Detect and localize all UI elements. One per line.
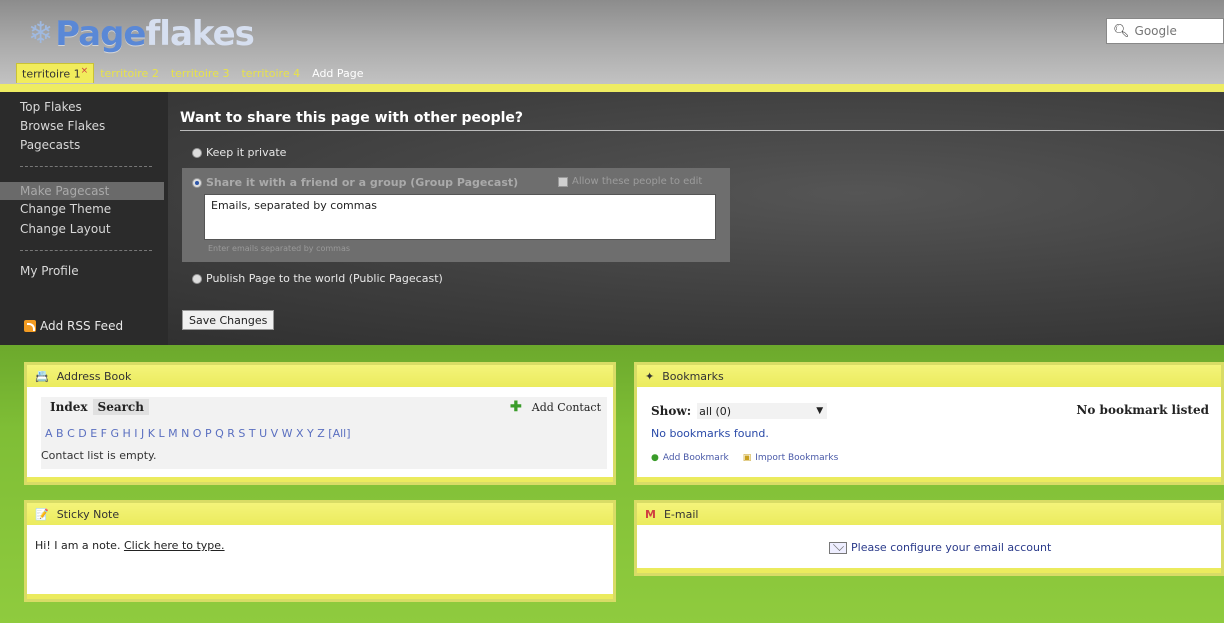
menu-divider	[20, 166, 152, 167]
bookmarks-widget: ✦ Bookmarks Show: all (0) ▼ No bookmark …	[634, 362, 1224, 485]
add-contact-label: Add Contact	[531, 400, 601, 414]
widget-title: E-mail	[663, 507, 699, 521]
select-value: all (0)	[699, 404, 732, 418]
add-page-tab[interactable]: Add Page	[306, 65, 369, 82]
contact-list-status: Contact list is empty.	[41, 449, 157, 462]
tab-label: territoire 1	[22, 67, 81, 81]
menu-item-pagecasts[interactable]: Pagecasts	[20, 138, 80, 152]
bookmarks-icon: ✦	[645, 369, 655, 383]
configure-email-link[interactable]: Please configure your email account	[829, 541, 1051, 554]
save-changes-button[interactable]: Save Changes	[182, 310, 275, 330]
radio-label: Publish Page to the world (Public Pageca…	[206, 272, 443, 285]
radio-button[interactable]	[192, 273, 202, 284]
tab-territoire-1[interactable]: territoire 1×	[16, 63, 95, 83]
search-box[interactable]: 🔍︎	[1106, 18, 1224, 44]
sticky-note-widget: 📝 Sticky Note Hi! I am a note. Click her…	[24, 500, 616, 602]
tab-territoire-3[interactable]: territoire 3	[165, 65, 236, 82]
menu-item-make-pagecast[interactable]: Make Pagecast	[0, 182, 164, 200]
pageflakes-logo[interactable]: ❄ Page flakes	[28, 10, 255, 58]
bookmark-actions: ● Add Bookmark ▣ Import Bookmarks	[651, 453, 852, 463]
email-widget: M E-mail Please configure your email acc…	[634, 500, 1224, 576]
bookmark-filter: Show: all (0) ▼	[651, 403, 828, 419]
plus-icon: ✚	[510, 399, 522, 415]
share-title: Want to share this page with other peopl…	[180, 110, 524, 126]
address-book-icon: 📇	[35, 369, 49, 383]
bookmark-list-status: No bookmarks found.	[651, 427, 769, 440]
menu-item-my-profile[interactable]: My Profile	[20, 264, 79, 278]
emails-hint: Enter emails separated by commas	[208, 244, 351, 253]
menu-divider	[20, 250, 152, 251]
title-divider	[180, 130, 1224, 131]
rss-icon	[24, 320, 36, 332]
widget-title: Sticky Note	[56, 507, 120, 521]
tab-label: territoire 4	[241, 66, 301, 80]
address-book-widget: 📇 Address Book Index Search ✚ Add Contac…	[24, 362, 616, 485]
add-icon: ●	[651, 453, 659, 463]
widget-header[interactable]: 📇 Address Book	[27, 365, 613, 387]
left-menu: Top Flakes Browse Flakes Pagecasts Make …	[0, 92, 168, 345]
gmail-icon: M	[645, 507, 656, 521]
search-icon: 🔍︎	[1113, 23, 1130, 39]
add-bookmark-link[interactable]: Add Bookmark	[663, 453, 729, 463]
search-input[interactable]	[1134, 24, 1223, 38]
snowflake-icon: ❄	[28, 16, 54, 51]
rss-label: Add RSS Feed	[40, 319, 124, 333]
menu-item-change-theme[interactable]: Change Theme	[20, 202, 111, 216]
widget-title: Bookmarks	[662, 369, 724, 383]
envelope-icon	[829, 541, 847, 554]
widget-header[interactable]: ✦ Bookmarks	[637, 365, 1221, 387]
group-pagecast-box: Share it with a friend or a group (Group…	[182, 168, 730, 262]
add-contact-button[interactable]: ✚ Add Contact	[510, 399, 601, 415]
tab-bar-strip	[0, 84, 1224, 92]
tab-label: Add Page	[312, 66, 364, 80]
note-greeting: Hi! I am a note.	[35, 539, 121, 552]
radio-button[interactable]	[192, 147, 202, 158]
menu-item-change-layout[interactable]: Change Layout	[20, 222, 111, 236]
radio-label: Share it with a friend or a group (Group…	[206, 176, 519, 189]
checkbox[interactable]	[558, 176, 568, 187]
widget-footer	[637, 477, 1221, 482]
close-tab-icon[interactable]: ×	[81, 66, 89, 76]
radio-keep-private[interactable]: Keep it private	[192, 146, 286, 159]
alphabet-index[interactable]: A B C D E F G H I J K L M N O P Q R S T …	[45, 427, 351, 440]
widget-footer	[27, 477, 613, 482]
menu-item-top-flakes[interactable]: Top Flakes	[20, 100, 82, 114]
show-select[interactable]: all (0) ▼	[697, 403, 828, 419]
widget-header[interactable]: 📝 Sticky Note	[27, 503, 613, 525]
menu-item-browse-flakes[interactable]: Browse Flakes	[20, 119, 105, 133]
radio-label: Keep it private	[206, 146, 287, 159]
tab-territoire-4[interactable]: territoire 4	[235, 65, 306, 82]
tab-territoire-2[interactable]: territoire 2	[94, 65, 165, 82]
logo-flakes-text: flakes	[145, 14, 255, 54]
configure-email-label: Please configure your email account	[851, 541, 1052, 554]
import-icon: ▣	[742, 453, 752, 463]
logo-page-text: Page	[55, 14, 146, 54]
header: ❄ Page flakes 🔍︎ territoire 1× territoir…	[0, 0, 1224, 87]
allow-edit-checkbox[interactable]: Allow these people to edit	[558, 176, 702, 187]
widget-footer	[637, 568, 1221, 573]
widget-footer	[27, 594, 613, 599]
widget-title: Address Book	[56, 369, 132, 383]
add-rss-feed-link[interactable]: Add RSS Feed	[24, 319, 123, 333]
checkbox-label: Allow these people to edit	[572, 176, 703, 187]
import-bookmarks-link[interactable]: Import Bookmarks	[755, 453, 838, 463]
emails-field[interactable]: Emails, separated by commas	[204, 194, 716, 240]
note-edit-prompt[interactable]: Click here to type.	[124, 539, 225, 552]
tab-label: territoire 2	[100, 66, 159, 80]
bookmark-count-status: No bookmark listed	[1076, 403, 1209, 417]
show-label: Show:	[651, 404, 692, 418]
address-book-tabs: Index Search	[45, 399, 149, 415]
widget-header[interactable]: M E-mail	[637, 503, 1221, 525]
chevron-down-icon: ▼	[816, 406, 824, 416]
radio-group-pagecast[interactable]: Share it with a friend or a group (Group…	[192, 176, 518, 189]
radio-button-selected[interactable]	[192, 177, 202, 188]
tab-label: territoire 3	[170, 66, 230, 80]
page-tabs: territoire 1× territoire 2 territoire 3 …	[16, 63, 370, 83]
radio-public-pagecast[interactable]: Publish Page to the world (Public Pageca…	[192, 272, 443, 285]
tab-index[interactable]: Index	[45, 399, 93, 415]
tab-search[interactable]: Search	[92, 399, 149, 415]
sticky-note-text[interactable]: Hi! I am a note. Click here to type.	[35, 539, 225, 552]
note-icon: 📝	[35, 507, 49, 521]
